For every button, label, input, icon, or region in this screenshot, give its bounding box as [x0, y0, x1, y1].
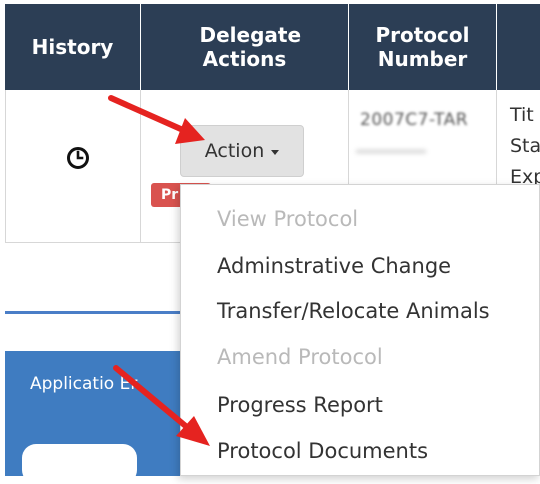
header-delegate-actions-label: Delegate Actions — [199, 23, 302, 71]
action-dropdown-menu: View Protocol Adminstrative Change Trans… — [180, 184, 540, 476]
menu-item-administrative-change[interactable]: Adminstrative Change — [217, 254, 451, 278]
clock-icon[interactable] — [66, 146, 90, 170]
menu-item-transfer-relocate[interactable]: Transfer/Relocate Animals — [217, 299, 490, 323]
menu-item-view-protocol: View Protocol — [217, 207, 359, 231]
protocol-number-value: 2007C7-TAR — [360, 110, 469, 130]
arrow-to-action-icon — [108, 95, 205, 144]
divider-line — [5, 311, 185, 314]
title-fragment-1: Tit — [510, 104, 534, 126]
header-protocol-number-label: Protocol Number — [375, 23, 470, 71]
redacted-text — [356, 136, 430, 160]
caret-down-icon — [271, 149, 280, 155]
arrow-to-protocol-documents-icon — [113, 365, 210, 446]
menu-item-progress-report[interactable]: Progress Report — [217, 393, 383, 417]
column-header-delegate-actions: Delegate Actions — [141, 4, 349, 90]
menu-item-amend-protocol: Amend Protocol — [217, 345, 383, 369]
title-fragment-2: Sta — [510, 135, 540, 157]
column-header-title — [497, 4, 540, 90]
header-history-label: History — [31, 35, 114, 59]
menu-item-protocol-documents[interactable]: Protocol Documents — [217, 439, 428, 463]
column-header-protocol-number: Protocol Number — [349, 4, 497, 90]
title-fragments: Tit Sta Exp — [510, 100, 540, 193]
status-badge-label: Pr — [161, 187, 179, 203]
column-header-history: History — [5, 4, 141, 90]
